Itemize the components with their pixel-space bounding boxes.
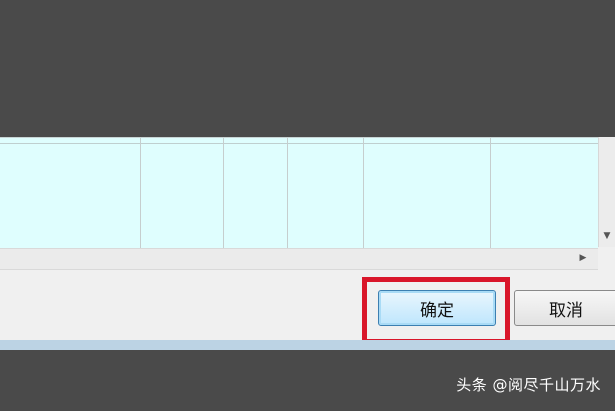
- cancel-button-label: 取消: [549, 300, 583, 321]
- grid-header-line: [0, 143, 598, 144]
- grid-column-divider: [287, 138, 288, 248]
- triangle-right-icon[interactable]: ▶: [578, 253, 588, 263]
- triangle-down-icon[interactable]: ▼: [602, 231, 612, 241]
- red-highlight-box: [362, 277, 510, 344]
- grid-column-divider: [140, 138, 141, 248]
- dialog-window: ▼ ▶ 确定 取消: [0, 137, 615, 349]
- window-bottom-edge: [0, 340, 615, 350]
- scrollbar-corner: [598, 248, 615, 268]
- vertical-scrollbar[interactable]: ▼: [598, 137, 615, 247]
- grid-column-divider: [223, 138, 224, 248]
- data-grid[interactable]: [0, 137, 598, 248]
- grid-column-divider: [363, 138, 364, 248]
- grid-column-divider: [490, 138, 491, 248]
- watermark: 头条 @阅尽千山万水: [456, 376, 601, 394]
- horizontal-scrollbar[interactable]: ▶: [0, 248, 598, 270]
- cancel-button[interactable]: 取消: [514, 290, 615, 326]
